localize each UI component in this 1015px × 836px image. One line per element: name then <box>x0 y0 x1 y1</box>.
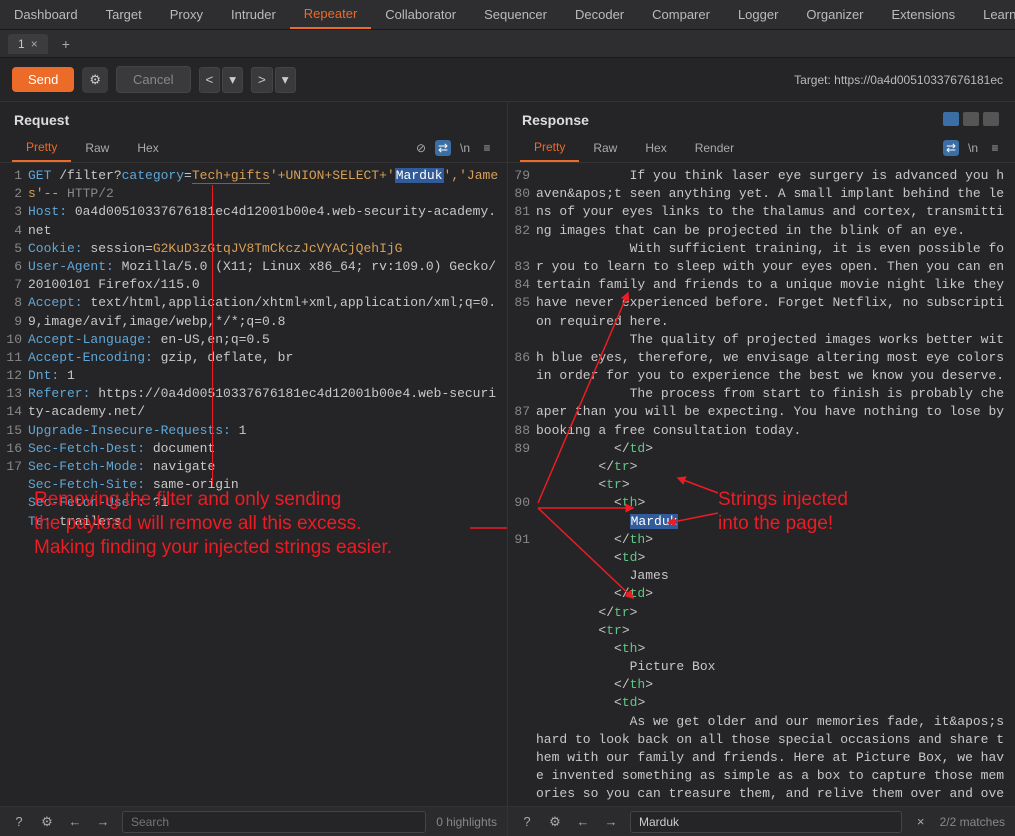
layout-vertical-icon[interactable] <box>963 112 979 126</box>
layout-horizontal-icon[interactable] <box>943 112 959 126</box>
highlights-count: 0 highlights <box>436 815 497 829</box>
request-pane: Request PrettyRawHex ⊘ ⇄ \n ≡ 1234567891… <box>0 102 508 836</box>
prev-icon[interactable]: ← <box>574 813 592 831</box>
main-tab-intruder[interactable]: Intruder <box>217 0 290 29</box>
newline-icon[interactable]: \n <box>965 140 981 156</box>
main-tab-comparer[interactable]: Comparer <box>638 0 724 29</box>
view-tab-render[interactable]: Render <box>681 135 748 161</box>
hide-icon[interactable]: ⊘ <box>413 140 429 156</box>
history-fwd-dropdown[interactable]: ▾ <box>275 67 296 93</box>
view-tab-pretty[interactable]: Pretty <box>12 134 71 162</box>
next-icon[interactable]: → <box>602 813 620 831</box>
next-icon[interactable]: → <box>94 813 112 831</box>
clear-icon[interactable]: × <box>912 813 930 831</box>
main-tab-collaborator[interactable]: Collaborator <box>371 0 470 29</box>
main-tab-extensions[interactable]: Extensions <box>878 0 970 29</box>
request-view-tabs: PrettyRawHex ⊘ ⇄ \n ≡ <box>0 134 507 163</box>
response-editor[interactable]: 79808182 838485 86 878889 90 91 If you t… <box>508 163 1015 806</box>
matches-count: 2/2 matches <box>940 815 1005 829</box>
response-search-input[interactable] <box>630 811 902 833</box>
line-wrap-icon[interactable]: ≡ <box>987 140 1003 156</box>
repeater-toolbar: Send ⚙ Cancel < ▾ > ▾ Target: https://0a… <box>0 58 1015 102</box>
tab-label: 1 <box>18 37 25 51</box>
main-tab-logger[interactable]: Logger <box>724 0 792 29</box>
request-response-split: Request PrettyRawHex ⊘ ⇄ \n ≡ 1234567891… <box>0 102 1015 836</box>
main-tab-sequencer[interactable]: Sequencer <box>470 0 561 29</box>
main-tab-dashboard[interactable]: Dashboard <box>0 0 92 29</box>
target-label[interactable]: Target: https://0a4d00510337676181ec <box>794 73 1003 87</box>
response-bottom-bar: ? ⚙ ← → × 2/2 matches <box>508 806 1015 836</box>
view-tab-raw[interactable]: Raw <box>71 135 123 161</box>
prev-icon[interactable]: ← <box>66 813 84 831</box>
main-tab-bar: DashboardTargetProxyIntruderRepeaterColl… <box>0 0 1015 30</box>
main-tab-repeater[interactable]: Repeater <box>290 0 371 29</box>
pretty-toggle-icon[interactable]: ⇄ <box>435 140 451 156</box>
main-tab-learn[interactable]: Learn <box>969 0 1015 29</box>
main-tab-target[interactable]: Target <box>92 0 156 29</box>
response-view-tabs: PrettyRawHexRender ⇄ \n ≡ <box>508 134 1015 163</box>
line-wrap-icon[interactable]: ≡ <box>479 140 495 156</box>
gear-icon[interactable]: ⚙ <box>38 813 56 831</box>
request-search-input[interactable] <box>122 811 426 833</box>
view-tab-pretty[interactable]: Pretty <box>520 134 579 162</box>
main-tab-proxy[interactable]: Proxy <box>156 0 217 29</box>
pretty-toggle-icon[interactable]: ⇄ <box>943 140 959 156</box>
help-icon[interactable]: ? <box>518 813 536 831</box>
request-title: Request <box>0 102 507 134</box>
layout-combined-icon[interactable] <box>983 112 999 126</box>
newline-icon[interactable]: \n <box>457 140 473 156</box>
repeater-sub-tabs: 1 × + <box>0 30 1015 58</box>
gear-icon[interactable]: ⚙ <box>546 813 564 831</box>
main-tab-decoder[interactable]: Decoder <box>561 0 638 29</box>
help-icon[interactable]: ? <box>10 813 28 831</box>
repeater-tab-1[interactable]: 1 × <box>8 34 48 54</box>
settings-button[interactable]: ⚙ <box>82 67 108 93</box>
send-button[interactable]: Send <box>12 67 74 92</box>
main-tab-organizer[interactable]: Organizer <box>792 0 877 29</box>
cancel-button[interactable]: Cancel <box>116 66 190 93</box>
request-bottom-bar: ? ⚙ ← → 0 highlights <box>0 806 507 836</box>
history-fwd-button[interactable]: > <box>251 67 273 93</box>
add-tab-button[interactable]: + <box>54 33 78 55</box>
view-tab-raw[interactable]: Raw <box>579 135 631 161</box>
view-tab-hex[interactable]: Hex <box>123 135 172 161</box>
history-back-dropdown[interactable]: ▾ <box>222 67 243 93</box>
response-pane: Response PrettyRawHexRender ⇄ \n ≡ 79808… <box>508 102 1015 836</box>
close-icon[interactable]: × <box>31 37 38 51</box>
request-editor[interactable]: 1234567891011121314151617 GET /filter?ca… <box>0 163 507 806</box>
history-back-button[interactable]: < <box>199 67 221 93</box>
view-tab-hex[interactable]: Hex <box>631 135 680 161</box>
